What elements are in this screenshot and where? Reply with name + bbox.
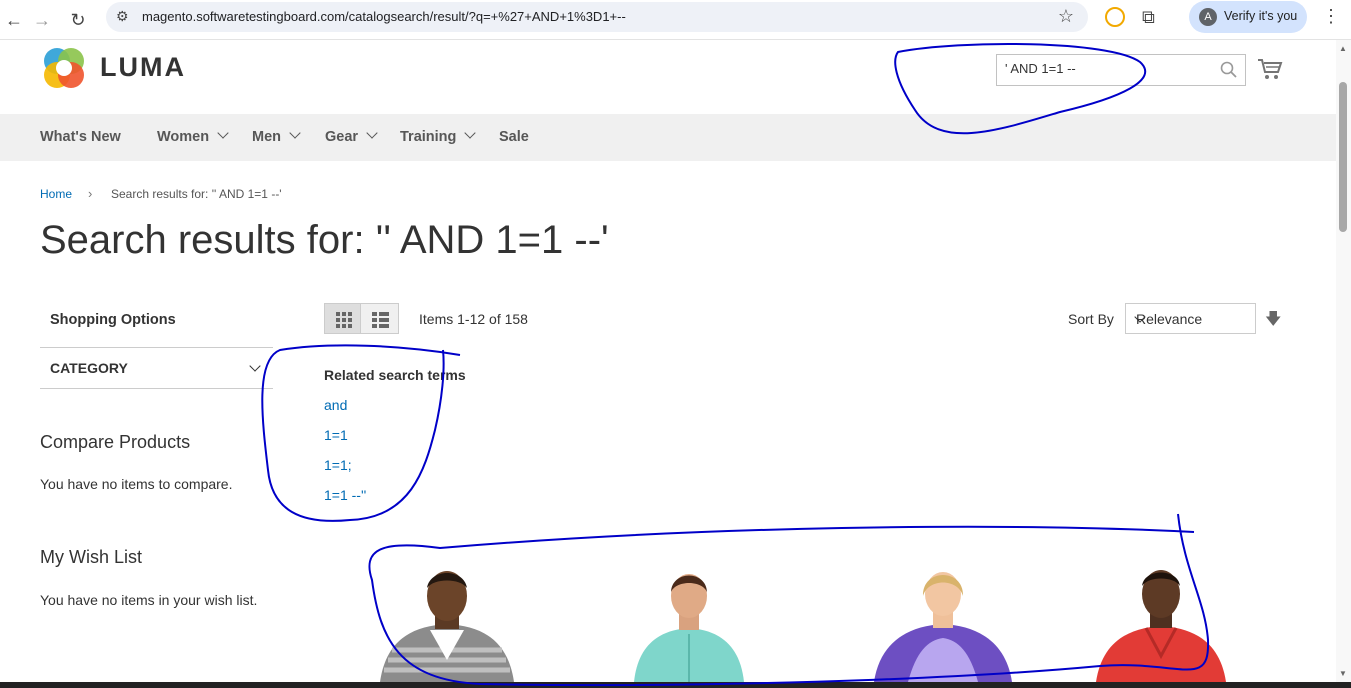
chevron-down-icon: [366, 127, 378, 139]
scroll-up-icon[interactable]: ▲: [1339, 44, 1347, 53]
extensions-puzzle-icon[interactable]: ⧉: [1142, 7, 1162, 27]
nav-label: Sale: [499, 129, 529, 145]
wishlist-empty-text: You have no items in your wish list.: [40, 592, 258, 608]
page-title: Search results for: '' AND 1=1 --': [40, 218, 609, 262]
site-info-icon[interactable]: ⚙: [116, 8, 129, 25]
product-image[interactable]: [614, 560, 764, 682]
nav-women[interactable]: Women: [157, 127, 229, 145]
nav-label: Men: [252, 129, 281, 145]
forward-icon[interactable]: →: [28, 6, 56, 34]
nav-label: Training: [400, 129, 457, 145]
list-view-button[interactable]: [360, 303, 399, 334]
related-term-link[interactable]: 1=1;: [324, 457, 352, 473]
toolbar-amount: Items 1-12 of 158: [419, 311, 528, 327]
sort-by-label: Sort By: [1068, 311, 1114, 327]
shopping-options-title: Shopping Options: [50, 312, 176, 328]
nav-label: Gear: [325, 129, 359, 145]
browser-menu-icon[interactable]: ⋮: [1322, 6, 1340, 27]
nav-men[interactable]: Men: [252, 127, 301, 145]
product-image[interactable]: [372, 560, 522, 682]
chevron-down-icon: [249, 360, 261, 372]
nav-sale[interactable]: Sale: [499, 129, 529, 145]
sort-select[interactable]: Relevance: [1125, 303, 1256, 334]
reload-icon[interactable]: ↻: [64, 6, 92, 34]
compare-products-title: Compare Products: [40, 432, 191, 452]
cart-icon[interactable]: [1257, 57, 1283, 81]
related-term-link[interactable]: and: [324, 397, 347, 413]
related-term-link[interactable]: 1=1: [324, 427, 348, 443]
logo-text[interactable]: LUMA: [100, 52, 186, 83]
search-input[interactable]: [1005, 61, 1205, 76]
wishlist-title: My Wish List: [40, 547, 143, 567]
avatar: A: [1199, 8, 1217, 26]
taskbar-edge: [0, 682, 1351, 688]
search-field[interactable]: [996, 54, 1246, 86]
bookmark-star-icon[interactable]: ☆: [1058, 6, 1074, 27]
luma-logo-icon[interactable]: [41, 45, 87, 91]
url-text: magento.softwaretestingboard.com/catalog…: [142, 9, 626, 24]
product-image[interactable]: [1086, 560, 1236, 682]
nav-training[interactable]: Training: [400, 127, 477, 145]
chevron-down-icon: [217, 127, 229, 139]
search-icon[interactable]: [1219, 60, 1239, 80]
breadcrumb-home[interactable]: Home: [40, 187, 72, 201]
extension-icon[interactable]: [1105, 7, 1125, 27]
page-scrollbar[interactable]: ▲ ▼: [1336, 40, 1351, 682]
profile-label: Verify it's you: [1224, 9, 1298, 23]
nav-whats-new[interactable]: What's New: [40, 129, 121, 145]
product-image[interactable]: [868, 560, 1018, 682]
category-filter[interactable]: CATEGORY: [40, 347, 273, 389]
main-navigation: What's New Women Men Gear Training Sale: [0, 114, 1336, 161]
address-bar[interactable]: ⚙ magento.softwaretestingboard.com/catal…: [106, 2, 1088, 32]
browser-toolbar: ← → ↻ ⚙ magento.softwaretestingboard.com…: [0, 0, 1351, 40]
related-term-link[interactable]: 1=1 --'': [324, 487, 366, 503]
grid-icon: [336, 312, 352, 328]
nav-label: Women: [157, 129, 210, 145]
sort-direction-arrow-icon[interactable]: 🡇: [1265, 308, 1281, 335]
nav-gear[interactable]: Gear: [325, 127, 378, 145]
list-icon: [372, 312, 389, 328]
profile-button[interactable]: A Verify it's you: [1189, 1, 1307, 33]
compare-empty-text: You have no items to compare.: [40, 476, 233, 492]
nav-label: What's New: [40, 129, 121, 145]
sort-value: Relevance: [1136, 311, 1203, 327]
related-search-title: Related search terms: [324, 367, 466, 383]
breadcrumb-current: Search results for: '' AND 1=1 --': [111, 187, 282, 201]
breadcrumb-separator: ›: [88, 186, 93, 201]
back-icon[interactable]: ←: [0, 6, 28, 34]
scroll-down-icon[interactable]: ▼: [1339, 669, 1347, 678]
chevron-down-icon: [464, 127, 477, 139]
chevron-down-icon: [289, 127, 301, 139]
category-label: CATEGORY: [50, 360, 128, 376]
grid-view-button[interactable]: [324, 303, 361, 334]
scrollbar-thumb[interactable]: [1339, 82, 1347, 232]
